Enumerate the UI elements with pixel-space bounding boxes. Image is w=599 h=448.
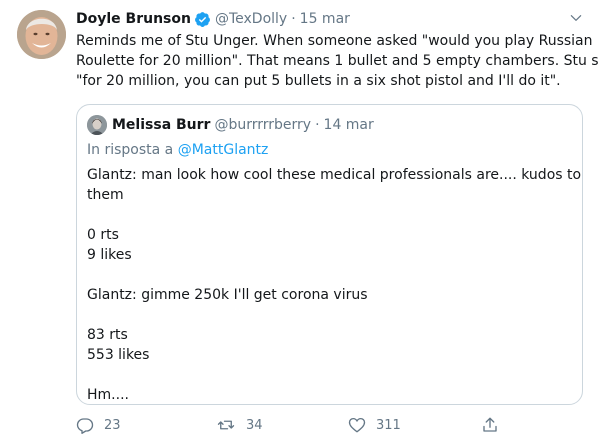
reply-context-mention[interactable]: @MattGlantz bbox=[178, 142, 269, 158]
reply-button[interactable]: 23 bbox=[76, 414, 121, 436]
quoted-text-line bbox=[87, 305, 575, 325]
quoted-text-line bbox=[87, 265, 575, 285]
quoted-tweet-text: Glantz: man look how cool these medical … bbox=[87, 165, 582, 405]
tweet-text-line: Roulette for 20 million". That means 1 b… bbox=[76, 53, 599, 69]
quoted-text-line: 0 rts bbox=[87, 227, 119, 243]
reply-count: 23 bbox=[104, 417, 121, 433]
like-button[interactable]: 311 bbox=[348, 414, 401, 436]
like-count: 311 bbox=[376, 417, 401, 433]
quoted-tweet-header: Melissa Burr @burrrrrberry · 14 mar bbox=[87, 115, 374, 135]
tweet-actions: 23 34 311 bbox=[76, 414, 506, 436]
quoted-header-separator: · bbox=[315, 117, 320, 133]
quoted-text-line bbox=[87, 205, 575, 225]
author-avatar-image bbox=[17, 10, 66, 59]
share-icon bbox=[483, 417, 497, 432]
heart-icon bbox=[348, 417, 366, 433]
tweet-header: Doyle Brunson @TexDolly · 15 mar bbox=[76, 9, 350, 29]
tweet-text-line: Reminds me of Stu Unger. When someone as… bbox=[76, 33, 593, 49]
retweet-icon bbox=[217, 420, 235, 430]
quoted-author-avatar bbox=[87, 115, 107, 135]
author-avatar[interactable] bbox=[17, 10, 66, 59]
retweet-button[interactable]: 34 bbox=[216, 414, 263, 436]
tweet: Doyle Brunson @TexDolly · 15 mar Reminds… bbox=[0, 0, 599, 448]
tweet-text-line: "for 20 million, you can put 5 bullets i… bbox=[76, 73, 561, 89]
quoted-tweet[interactable]: Melissa Burr @burrrrrberry · 14 mar In r… bbox=[76, 104, 583, 405]
quoted-text-line: Hm.... bbox=[87, 387, 129, 403]
tweet-text: Reminds me of Stu Unger. When someone as… bbox=[76, 31, 599, 91]
quoted-text-line: 83 rts bbox=[87, 327, 128, 343]
share-button[interactable] bbox=[481, 414, 499, 436]
reply-icon bbox=[76, 418, 94, 434]
quoted-text-line: them bbox=[87, 187, 124, 203]
author-handle[interactable]: @TexDolly bbox=[215, 11, 287, 27]
reply-context-prefix: In risposta a bbox=[87, 142, 174, 158]
quoted-text-line: Glantz: gimme 250k I'll get corona virus bbox=[87, 287, 368, 303]
quoted-text-line: 9 likes bbox=[87, 247, 132, 263]
quoted-author-handle: @burrrrrberry bbox=[214, 117, 312, 133]
chevron-down-icon[interactable] bbox=[567, 9, 585, 27]
author-name[interactable]: Doyle Brunson bbox=[76, 11, 191, 27]
quoted-text-line: 553 likes bbox=[87, 347, 150, 363]
reply-context: In risposta a @MattGlantz bbox=[87, 140, 268, 160]
quoted-tweet-date: 14 mar bbox=[323, 117, 374, 133]
header-separator: · bbox=[291, 11, 296, 27]
quoted-text-line bbox=[87, 365, 575, 385]
quoted-text-line: Glantz: man look how cool these medical … bbox=[87, 167, 582, 183]
quoted-author-name: Melissa Burr bbox=[112, 117, 211, 133]
tweet-date[interactable]: 15 mar bbox=[300, 11, 350, 27]
verified-badge-icon bbox=[194, 11, 211, 28]
retweet-count: 34 bbox=[246, 417, 263, 433]
